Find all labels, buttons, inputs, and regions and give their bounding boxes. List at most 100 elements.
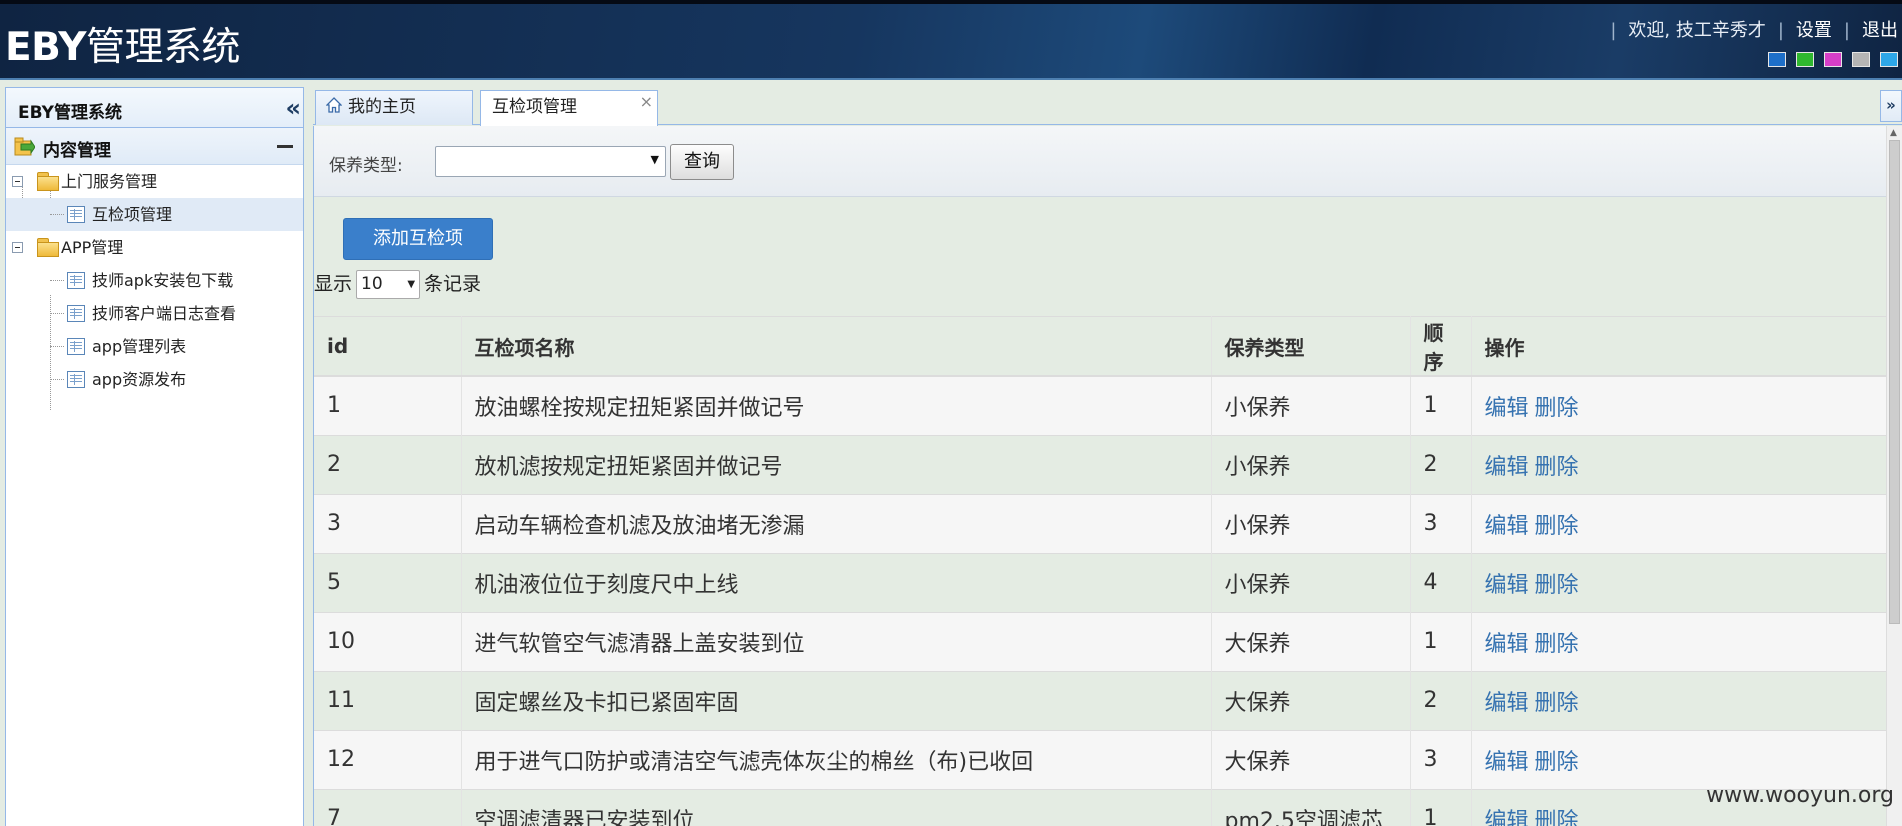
query-button[interactable]: 查询 [670,144,734,180]
page-length-control: 显示 10 ▼ 条记录 [314,269,481,299]
delete-link[interactable]: 删除 [1535,750,1579,775]
cell-name: 进气软管空气滤清器上盖安装到位 [461,611,1212,671]
tree-folder-onsite-service[interactable]: 上门服务管理 [6,165,303,198]
scrollbar-thumb[interactable] [1889,140,1900,624]
close-tab-icon[interactable]: × [640,85,653,118]
edit-link[interactable]: 编辑 [1485,809,1529,826]
theme-swatch[interactable] [1880,52,1898,67]
theme-swatch[interactable] [1768,52,1786,67]
delete-link[interactable]: 删除 [1535,514,1579,539]
tree-item-label: app管理列表 [92,337,187,356]
tree-item-app-resource[interactable]: app资源发布 [6,363,303,396]
edit-link[interactable]: 编辑 [1485,750,1529,775]
cell-type: 小保养 [1211,375,1411,435]
cell-id: 3 [314,493,462,553]
theme-swatch[interactable] [1824,52,1842,67]
tab-label: 互检项管理 [492,97,577,117]
welcome-text: 欢迎, 技工辛秀才 [1628,20,1766,41]
maintenance-type-label: 保养类型: [329,156,403,176]
cell-id: 11 [314,670,462,730]
theme-switcher [1768,52,1898,67]
settings-link[interactable]: 设置 [1796,20,1832,41]
cell-actions: 编辑 删除 [1471,375,1886,435]
tree-toggle-icon[interactable] [12,242,23,253]
theme-swatch[interactable] [1796,52,1814,67]
table-row: 7 空调滤清器已安装到位 pm2.5空调滤芯 1 编辑 删除 [314,788,1886,826]
edit-link[interactable]: 编辑 [1485,455,1529,480]
tree-item-label: 互检项管理 [92,205,173,224]
accordion-title: 内容管理 [43,141,111,161]
cell-id: 1 [314,375,462,435]
edit-link[interactable]: 编辑 [1485,691,1529,716]
delete-link[interactable]: 删除 [1535,573,1579,598]
tree-folder-label: 上门服务管理 [61,172,158,191]
delete-link[interactable]: 删除 [1535,691,1579,716]
folder-icon [37,172,59,191]
collapse-sidebar-icon[interactable]: « [285,94,300,122]
tab-scroll-right-icon[interactable]: » [1880,90,1902,122]
cell-order: 1 [1410,375,1472,435]
collapse-section-icon[interactable] [277,145,293,148]
cell-order: 2 [1410,434,1472,494]
edit-link[interactable]: 编辑 [1485,573,1529,598]
cell-name: 放油螺栓按规定扭矩紧固并做记号 [461,375,1212,435]
tab-mutual-check[interactable]: 互检项管理 × [480,90,658,126]
theme-swatch[interactable] [1852,52,1870,67]
delete-link[interactable]: 删除 [1535,632,1579,657]
delete-link[interactable]: 删除 [1535,396,1579,421]
cell-actions: 编辑 删除 [1471,434,1886,494]
cell-type: 小保养 [1211,493,1411,553]
tree-toggle-icon[interactable] [12,176,23,187]
tab-bar: 我的主页 互检项管理 × » [313,87,1902,126]
page-length-select[interactable]: 10 ▼ [356,270,421,299]
cell-order: 3 [1410,729,1472,789]
cell-order: 3 [1410,493,1472,553]
tree-item-mutual-check[interactable]: 互检项管理 [6,198,303,231]
tab-home[interactable]: 我的主页 [315,90,473,125]
page-icon [67,272,85,289]
tree-item-client-logs[interactable]: 技师客户端日志查看 [6,297,303,330]
tree-folder-app[interactable]: APP管理 [6,231,303,264]
cell-order: 1 [1410,788,1472,826]
tree-item-apk-download[interactable]: 技师apk安装包下载 [6,264,303,297]
column-header-order[interactable]: 顺序 [1410,316,1472,377]
table-row: 11 固定螺丝及卡扣已紧固牢固 大保养 2 编辑 删除 [314,670,1886,730]
header-links: | 欢迎, 技工辛秀才 | 设置 | 退出 [1598,16,1898,42]
edit-link[interactable]: 编辑 [1485,632,1529,657]
cell-name: 启动车辆检查机滤及放油堵无渗漏 [461,493,1212,553]
edit-link[interactable]: 编辑 [1485,514,1529,539]
tree-item-label: 技师apk安装包下载 [92,271,234,290]
column-header-id[interactable]: id [314,316,462,377]
home-icon [326,97,342,113]
dropdown-arrow-icon: ▼ [650,153,659,166]
sidebar-header: EBY管理系统 « [6,88,303,128]
page-icon [67,305,85,322]
delete-link[interactable]: 删除 [1535,455,1579,480]
cell-order: 1 [1410,611,1472,671]
tree-item-label: 技师客户端日志查看 [92,304,237,323]
maintenance-type-select[interactable]: ▼ [435,146,666,177]
separator: | [1777,20,1784,41]
tree-item-label: app资源发布 [92,370,187,389]
separator: | [1610,20,1617,41]
column-header-type[interactable]: 保养类型 [1211,316,1411,377]
accordion-header-content[interactable]: 内容管理 [6,128,303,165]
scroll-up-icon[interactable]: ▲ [1890,128,1897,138]
delete-link[interactable]: 删除 [1535,809,1579,826]
tree-item-app-list[interactable]: app管理列表 [6,330,303,363]
cell-name: 放机滤按规定扭矩紧固并做记号 [461,434,1212,494]
dropdown-arrow-icon: ▼ [407,279,416,290]
column-header-name[interactable]: 互检项名称 [461,316,1212,377]
logout-link[interactable]: 退出 [1862,20,1898,41]
cell-type: 大保养 [1211,729,1411,789]
edit-link[interactable]: 编辑 [1485,396,1529,421]
cell-name: 固定螺丝及卡扣已紧固牢固 [461,670,1212,730]
tree-folder-label: APP管理 [61,238,124,257]
add-check-item-button[interactable]: 添加互检项 [343,218,493,260]
length-suffix: 条记录 [424,273,482,295]
tab-content: 保养类型: ▼ 查询 添加互检项 显示 10 ▼ 条记录 id 互检项名称 保养类型 [313,126,1886,826]
separator: | [1843,20,1850,41]
cell-name: 机油液位位于刻度尺中上线 [461,552,1212,612]
table-row: 1 放油螺栓按规定扭矩紧固并做记号 小保养 1 编辑 删除 [314,375,1886,435]
content-scrollbar[interactable]: ▲ [1886,126,1902,826]
